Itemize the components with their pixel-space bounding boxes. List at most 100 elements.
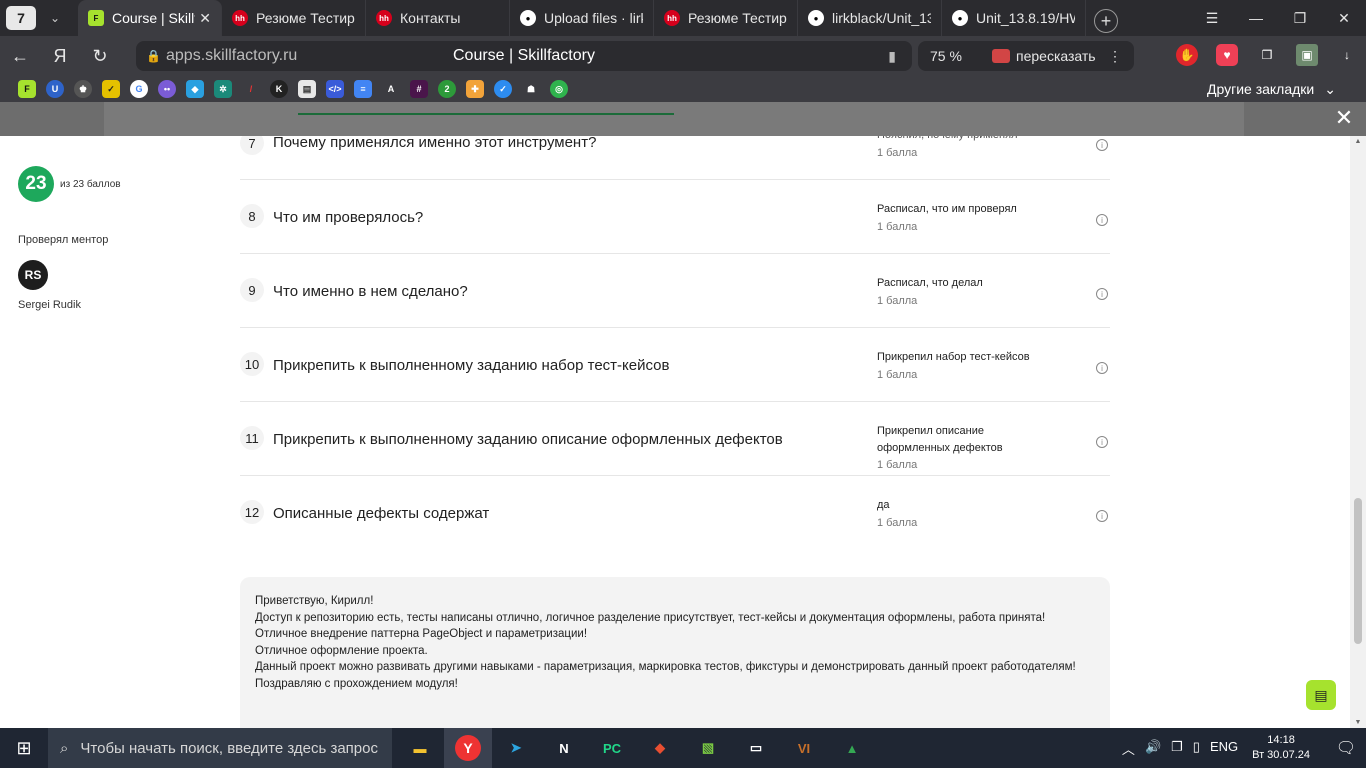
info-icon[interactable]: i [1096,436,1108,448]
tab-resume-2[interactable]: hh Резюме Тестиро [654,0,798,36]
reload-icon[interactable]: ↻ [80,46,120,67]
chat-button[interactable]: ▤ [1306,680,1336,710]
info-icon[interactable]: i [1096,214,1108,226]
criteria-answer: Расписал, что делал [877,277,983,289]
extension-image-icon[interactable]: ▣ [1296,44,1318,66]
clock[interactable]: 14:18 Вт 30.07.24 [1252,733,1310,763]
copy-icon[interactable]: ❐ [1171,739,1183,758]
tab-course-skillfactory[interactable]: F Course | Skillfa ✕ [78,0,222,36]
tab-github-hw[interactable]: ● Unit_13.8.19/HW [942,0,1086,36]
bookmark-orange-icon[interactable]: ✚ [466,80,484,98]
tab-resume-1[interactable]: hh Резюме Тестиро [222,0,366,36]
chevron-down-icon[interactable]: ⌄ [44,11,66,25]
notifications-icon[interactable]: 🗨 [1326,738,1366,758]
terminal-icon[interactable]: ▭ [732,728,780,768]
retell-button[interactable]: пересказать [992,48,1096,64]
bookmark-green-icon[interactable]: ◎ [550,80,568,98]
bookmark-gear-icon[interactable]: ✲ [214,80,232,98]
bookmark-skillfactory-icon[interactable]: F [18,80,36,98]
url-field[interactable]: 🔒 apps.skillfactory.ru Course | Skillfac… [136,41,912,71]
criteria-number: 10 [240,352,264,376]
tab-list: F Course | Skillfa ✕ hh Резюме Тестиро h… [78,0,1086,36]
system-tray: ︿ 🔊 ❐ ▯ ENG 14:18 Вт 30.07.24 🗨 [1122,728,1366,768]
file-explorer-icon[interactable]: ▬ [396,728,444,768]
info-icon[interactable]: i [1096,510,1108,522]
slack-icon[interactable]: # [410,80,428,98]
taskbar-search[interactable]: ⌕ Чтобы начать поиск, введите здесь запр… [48,728,392,768]
google-docs-icon[interactable]: ≡ [354,80,372,98]
download-icon[interactable]: ↓ [1336,44,1358,66]
google-drive-icon[interactable]: ▲ [828,728,876,768]
info-icon[interactable]: i [1096,362,1108,374]
menu-icon[interactable]: ☰ [1190,0,1234,36]
bookmark-doc-icon[interactable]: ▤ [298,80,316,98]
bookmark-u-icon[interactable]: U [46,80,64,98]
google-icon[interactable]: G [130,80,148,98]
other-bookmarks[interactable]: Другие закладки ⌄ [1207,81,1336,98]
bookmark-check-icon[interactable]: ✓ [102,80,120,98]
bookmark-a-icon[interactable]: A [382,80,400,98]
criteria-number: 7 [240,136,264,155]
vi-icon[interactable]: VI [780,728,828,768]
new-tab-button[interactable]: + [1094,9,1118,33]
bookmarks-bar: F U ♚ ✓ G •• ◆ ✲ / K ▤ </> ≡ A # 2 ✚ ✓ ☗… [0,76,1366,102]
info-icon[interactable]: i [1096,288,1108,300]
volume-icon[interactable]: 🔊 [1145,739,1161,758]
chevron-up-icon[interactable]: ︿ [1122,739,1135,758]
scroll-down-icon[interactable]: ▼ [1350,719,1366,726]
tab-counter[interactable]: 7 [6,6,36,30]
bookmark-icon[interactable]: ▮ [888,48,896,65]
bookmark-diamond-icon[interactable]: ◆ [186,80,204,98]
scroll-up-icon[interactable]: ▲ [1350,138,1366,145]
comment-line: Отличное оформление проекта. [255,644,428,657]
bookmark-pen-icon[interactable]: / [242,80,260,98]
bookmark-dots-icon[interactable]: •• [158,80,176,98]
retell-icon [992,49,1010,63]
background-progress-line [298,113,674,115]
yandex-browser-icon[interactable]: Y [444,728,492,768]
restore-icon[interactable]: ❐ [1278,0,1322,36]
tab-upload-files[interactable]: ● Upload files · lirkb [510,0,654,36]
scrollbar-thumb[interactable] [1354,498,1362,644]
zoom-level[interactable]: 75 % [930,48,992,64]
criteria-row: 8 Что им проверялось? Расписал, что им п… [240,180,1110,254]
tab-title: lirkblack/Unit_13. [832,10,931,26]
collections-icon[interactable]: ❒ [1256,44,1278,66]
bookmark-chess-icon[interactable]: ♚ [74,80,92,98]
battery-icon[interactable]: ▯ [1193,739,1200,758]
close-icon[interactable]: ✕ [1332,105,1356,130]
language-indicator[interactable]: ENG [1210,739,1238,758]
notepad-icon[interactable]: ▧ [684,728,732,768]
yandex-icon[interactable]: Я [40,46,80,67]
scrollbar[interactable]: ▲ ▼ [1350,136,1366,728]
git-icon[interactable]: ◆ [636,728,684,768]
minimize-icon[interactable]: — [1234,0,1278,36]
bookmark-k-icon[interactable]: K [270,80,288,98]
bookmark-2-icon[interactable]: 2 [438,80,456,98]
criteria-points: 1 балла [877,221,918,233]
bookmark-robot-icon[interactable]: ☗ [522,80,540,98]
telegram-icon[interactable]: ➤ [492,728,540,768]
tab-github-repo[interactable]: ● lirkblack/Unit_13. [798,0,942,36]
criteria-answer: Пояснил, почему применял [877,136,1067,144]
criteria-question: Что им проверялось? [273,209,424,226]
criteria-answer: Прикрепил описание оформленных дефектов [877,425,1003,454]
more-icon[interactable]: ⋮ [1108,48,1122,65]
windows-start-icon[interactable]: ⊞ [0,738,48,759]
extension-hand-icon[interactable]: ✋ [1176,44,1198,66]
tab-title: Резюме Тестиро [688,10,787,26]
lock-icon: 🔒 [146,49,161,63]
pycharm-icon[interactable]: PC [588,728,636,768]
bookmark-check-blue-icon[interactable]: ✓ [494,80,512,98]
comment-line: Приветствую, Кирилл! [255,595,374,607]
notion-icon[interactable]: N [540,728,588,768]
back-icon[interactable]: ← [0,46,40,67]
bookmark-code-icon[interactable]: </> [326,80,344,98]
pocket-icon[interactable]: ♥ [1216,44,1238,66]
tab-contacts[interactable]: hh Контакты [366,0,510,36]
info-icon[interactable]: i [1096,139,1108,151]
close-window-icon[interactable]: ✕ [1322,0,1366,36]
hh-icon: hh [664,10,680,26]
close-icon[interactable]: ✕ [199,10,211,27]
extension-icons: ✋ ♥ ❒ ▣ ↓ [1176,44,1358,66]
